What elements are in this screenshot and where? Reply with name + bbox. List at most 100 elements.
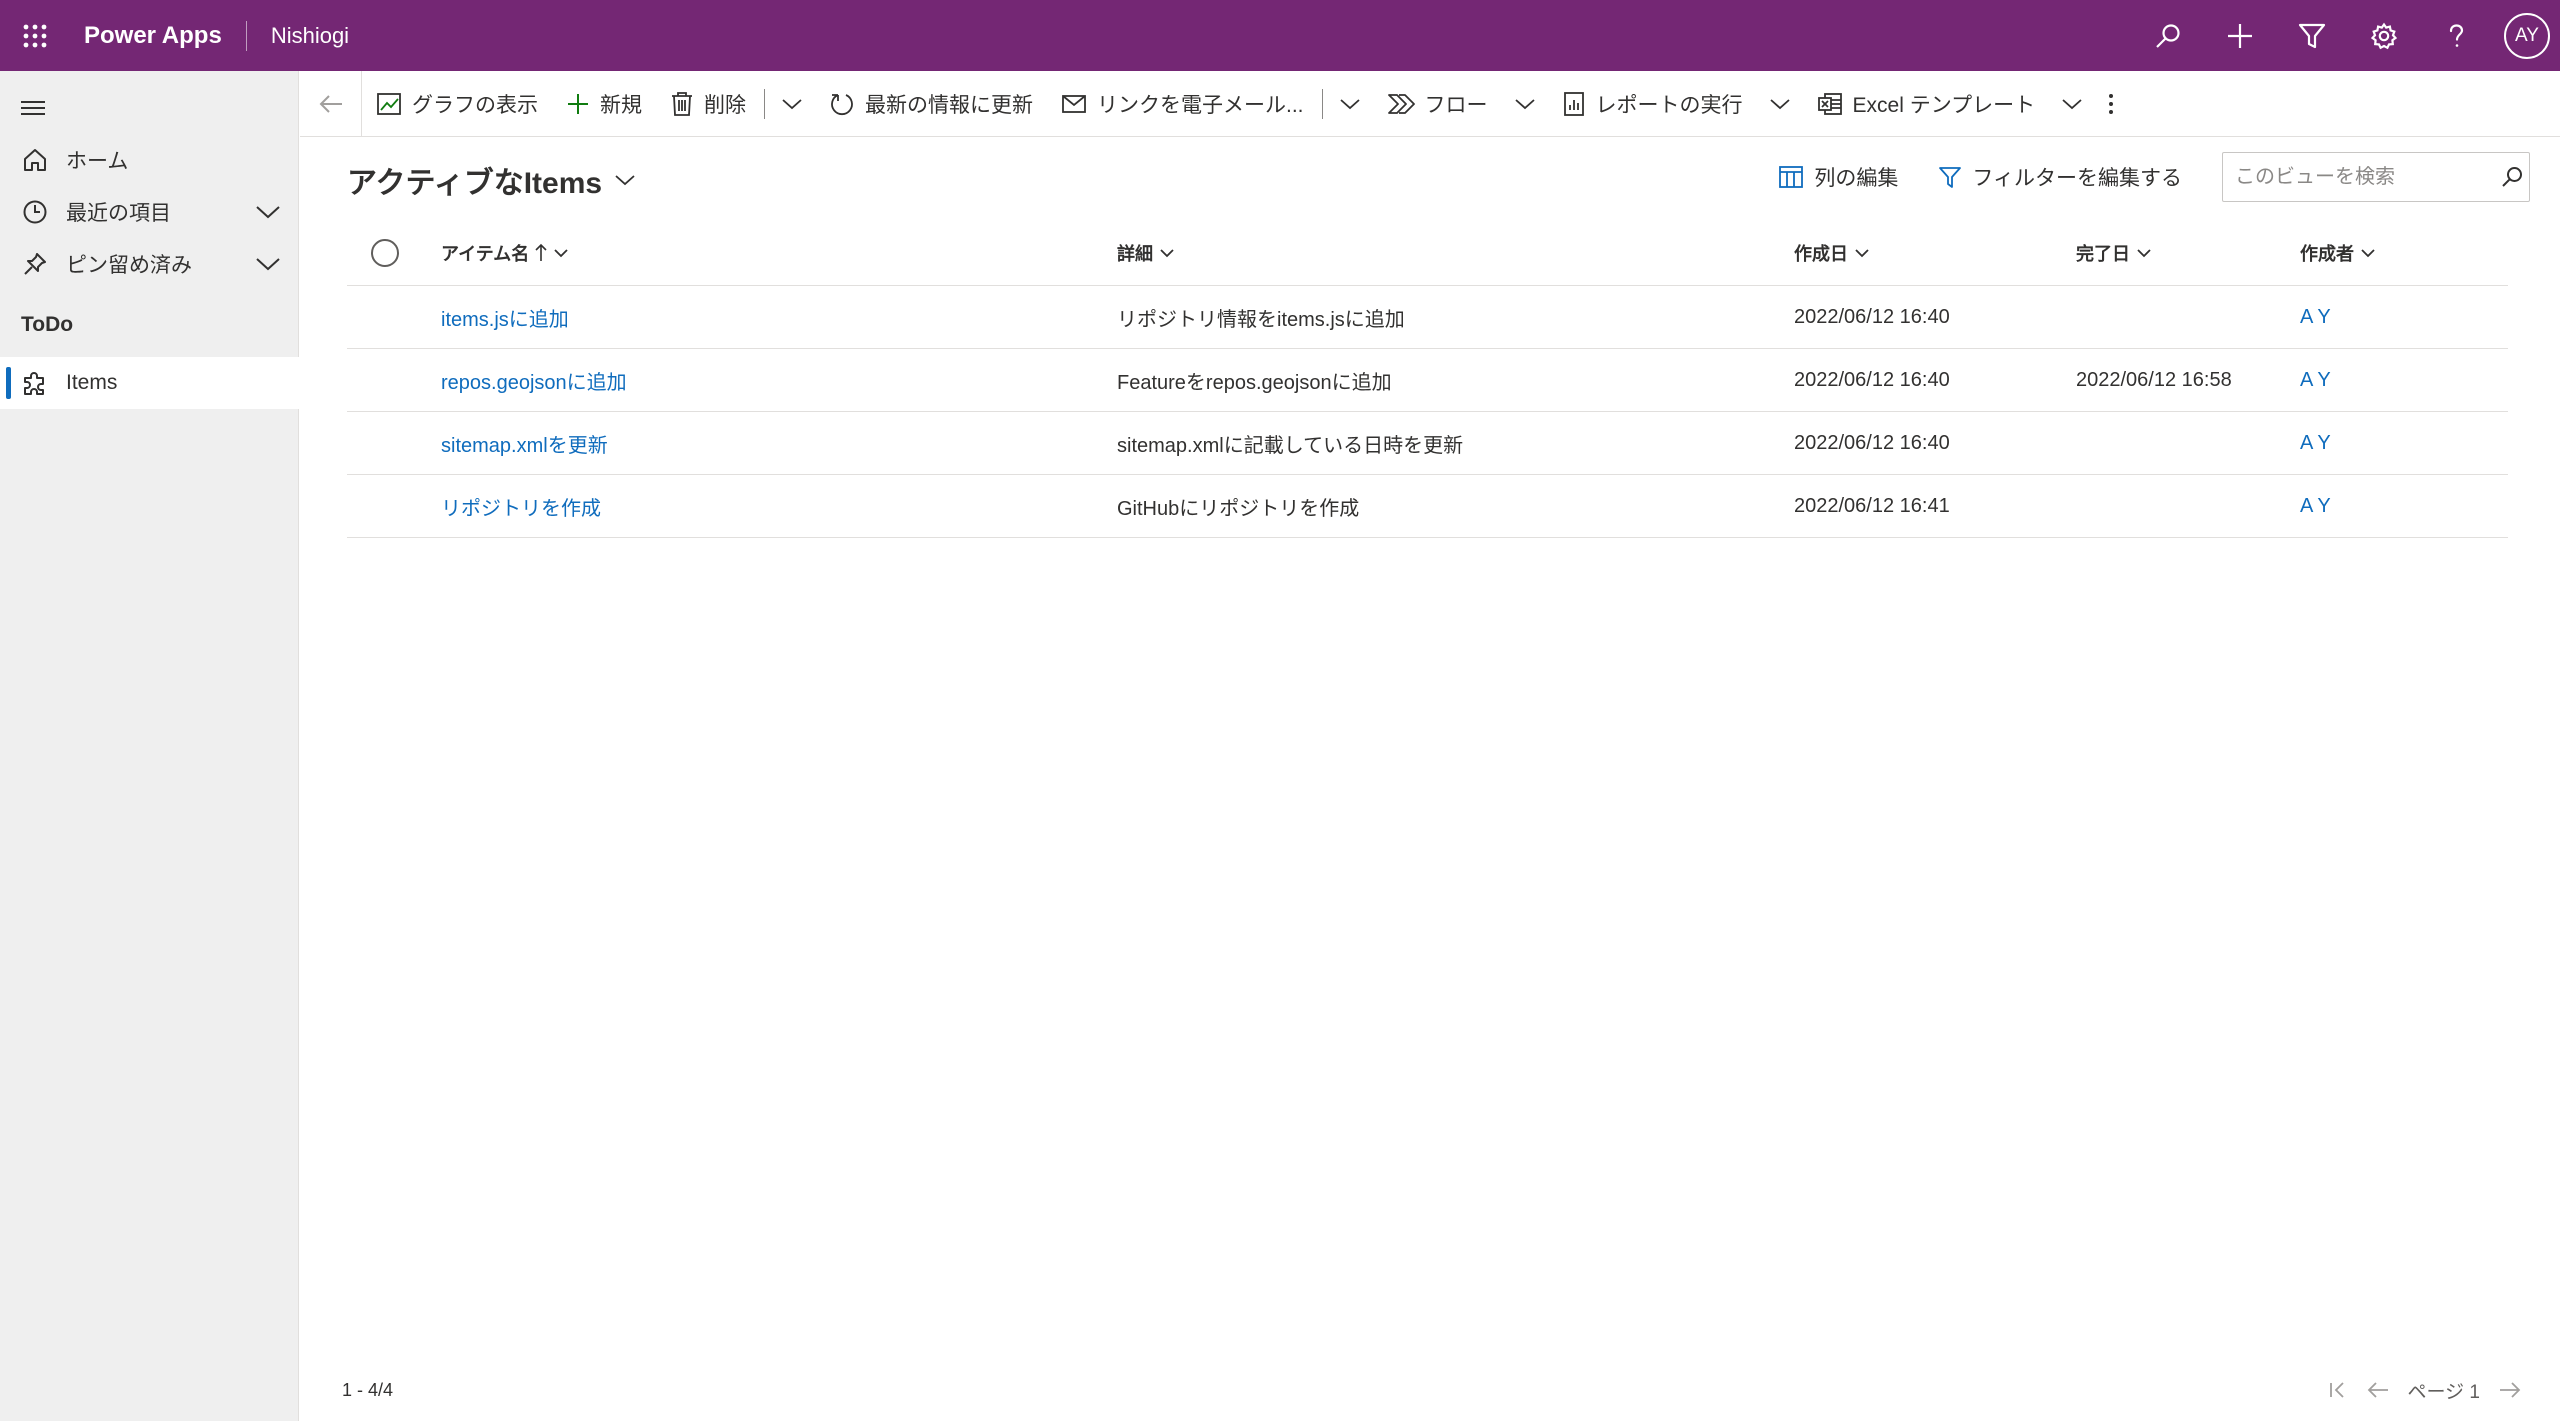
new-label: 新規 [600,93,642,117]
column-header-label: 作成者 [2300,244,2354,264]
flow-label: フロー [1424,93,1488,117]
table-row[interactable]: リポジトリを作成 GitHubにリポジトリを作成 2022/06/12 16:4… [347,475,2508,538]
view-selector[interactable]: アクティブなItems [347,158,636,202]
item-owner-link[interactable]: A Y [2300,349,2331,411]
column-header-detail[interactable]: 詳細 [1117,220,1175,286]
search-icon[interactable] [2132,0,2204,71]
nav-item-label: ピン留め済み [66,254,192,277]
command-divider [1321,88,1323,119]
more-dropdown-chevron[interactable] [769,71,815,137]
report-dropdown-chevron[interactable] [1757,71,1803,137]
edit-columns-icon [1778,165,1804,189]
trash-icon [670,91,694,117]
refresh-label: 最新の情報に更新 [865,93,1033,117]
clock-icon [20,199,50,225]
item-detail: sitemap.xmlに記載している日時を更新 [1117,434,1464,457]
chevron-down-icon[interactable] [255,254,281,274]
nav-item-label: 最近の項目 [66,202,171,225]
mail-link-icon [1061,92,1087,116]
item-owner-link[interactable]: A Y [2300,412,2331,474]
item-created: 2022/06/12 16:41 [1794,494,1950,517]
chevron-down-icon [2136,247,2152,259]
edit-filters-button[interactable]: フィルターを編集する [1938,162,2182,192]
gear-icon[interactable] [2348,0,2420,71]
flow-dropdown-chevron[interactable] [1502,71,1548,137]
home-icon [20,147,50,173]
item-owner-link[interactable]: A Y [2300,286,2331,348]
column-header-label: 完了日 [2076,244,2130,264]
chevron-down-icon[interactable] [255,202,281,222]
chart-icon [376,91,402,117]
chevron-down-icon [1159,247,1175,259]
table-row[interactable]: items.jsに追加 リポジトリ情報をitems.jsに追加 2022/06/… [347,286,2508,349]
delete-label: 削除 [704,93,746,117]
run-report-button[interactable]: レポートの実行 [1548,71,1757,137]
grid-header-row: アイテム名 詳細 作成日 完了日 作成者 [347,220,2508,286]
more-commands-icon[interactable] [2095,71,2127,137]
item-name-link[interactable]: items.jsに追加 [441,286,569,348]
item-name-link[interactable]: repos.geojsonに追加 [441,349,627,411]
view-actions: 列の編集 フィルターを編集する [1778,152,2530,202]
email-link-label: リンクを電子メール... [1097,93,1304,117]
user-avatar[interactable]: AY [2504,12,2550,59]
app-launcher-icon[interactable] [0,0,70,71]
flow-button[interactable]: フロー [1373,71,1502,137]
search-icon[interactable] [2500,165,2524,189]
first-page-icon[interactable] [2318,1372,2358,1408]
table-row[interactable]: sitemap.xmlを更新 sitemap.xmlに記載している日時を更新 2… [347,412,2508,475]
column-header-owner[interactable]: 作成者 [2300,220,2376,286]
show-chart-button[interactable]: グラフの表示 [362,71,552,137]
edit-filters-label: フィルターを編集する [1972,167,2182,190]
select-all-checkbox[interactable] [371,239,399,267]
excel-dropdown-chevron[interactable] [2049,71,2095,137]
app-header-bar: Power Apps Nishiogi AY [0,0,2560,71]
previous-page-icon[interactable] [2358,1372,2398,1408]
column-header-label: アイテム名 [441,244,530,264]
item-owner-link[interactable]: A Y [2300,475,2331,537]
nav-item-label: Items [66,371,118,394]
column-header-created[interactable]: 作成日 [1794,220,1870,286]
nav-item-label: ホーム [66,150,129,173]
new-button[interactable]: 新規 [552,71,656,137]
nav-group-title: ToDo [21,313,74,336]
excel-template-button[interactable]: Excel テンプレート [1803,71,2050,137]
pin-icon [20,251,50,277]
column-header-completed[interactable]: 完了日 [2076,220,2152,286]
nav-item-home[interactable]: ホーム [0,134,299,186]
item-detail: リポジトリ情報をitems.jsに追加 [1117,308,1405,331]
app-title[interactable]: Nishiogi [271,23,349,49]
add-icon [566,92,590,116]
column-header-label: 詳細 [1117,244,1153,264]
table-row[interactable]: repos.geojsonに追加 Featureをrepos.geojsonに追… [347,349,2508,412]
email-link-button[interactable]: リンクを電子メール... [1047,71,1318,137]
edit-columns-label: 列の編集 [1814,167,1899,190]
command-bar: グラフの表示 新規 削除 最新の情報に更新 リンクを電子メール... フロー レ… [300,70,2560,137]
view-search-box [2222,152,2530,202]
email-dropdown-chevron[interactable] [1327,71,1373,137]
app-name[interactable]: Power Apps [84,22,222,50]
excel-icon [1817,92,1843,116]
hamburger-menu-icon[interactable] [18,93,48,123]
sort-ascending-icon [535,243,547,263]
edit-columns-button[interactable]: 列の編集 [1778,162,1898,192]
view-title: アクティブなItems [347,167,603,200]
refresh-button[interactable]: 最新の情報に更新 [815,71,1047,137]
item-name-link[interactable]: リポジトリを作成 [441,475,601,537]
filter-icon[interactable] [2276,0,2348,71]
help-icon[interactable] [2420,0,2492,71]
search-input[interactable] [2235,165,2500,189]
column-header-name[interactable]: アイテム名 [441,220,569,286]
back-button[interactable] [300,70,362,137]
item-detail: Featureをrepos.geojsonに追加 [1117,371,1392,394]
nav-item-pinned[interactable]: ピン留め済み [0,238,299,290]
chevron-down-icon [553,247,569,259]
item-created: 2022/06/12 16:40 [1794,305,1950,328]
next-page-icon[interactable] [2490,1372,2530,1408]
add-icon[interactable] [2204,0,2276,71]
delete-button[interactable]: 削除 [656,71,760,137]
item-name-link[interactable]: sitemap.xmlを更新 [441,412,608,474]
run-report-label: レポートの実行 [1595,93,1743,117]
nav-item-recent[interactable]: 最近の項目 [0,186,299,238]
nav-item-items[interactable]: Items [0,357,299,409]
record-count: 1 - 4/4 [342,1380,394,1400]
